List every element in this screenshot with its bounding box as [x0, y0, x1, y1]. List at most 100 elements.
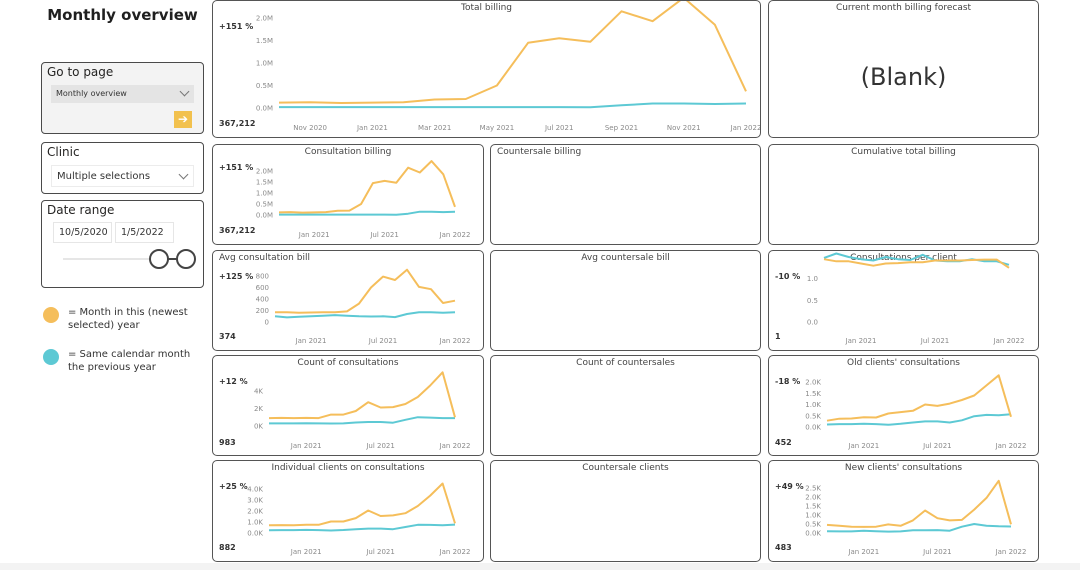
arrow-right-icon: ➔ — [177, 112, 189, 126]
total-billing-card[interactable]: Total billing +151 % 367,212 0.0M 0.5M 1.0M 1.… — [212, 0, 761, 138]
y-tick-label: 2.0M — [256, 15, 273, 23]
card-title: Avg countersale bill — [581, 253, 670, 263]
x-tick-label: Jan 2022 — [730, 124, 760, 132]
y-tick-label: 3.0K — [247, 497, 263, 505]
y-tick-label: 1.5K — [805, 390, 821, 398]
x-tick-label: Jul 2021 — [920, 337, 950, 345]
line-chart: 0K 2K 4K Jan 2021 Jul 2021 Jan 2022 — [254, 371, 471, 450]
consultation-billing-card[interactable]: Consultation billing +151 % 367,212 0.0M 0.5… — [212, 144, 484, 245]
y-tick-label: 0.0M — [256, 212, 273, 220]
date-slider-track[interactable] — [63, 258, 155, 260]
go-to-page-slicer: Go to page Monthly overview ➔ — [41, 62, 204, 134]
series-line-current-year[interactable] — [826, 479, 1012, 528]
y-tick-label: 1.0M — [256, 60, 273, 68]
legend-dot-current — [43, 307, 59, 323]
old-clients-consultations-card[interactable]: Old clients' consultations -18 % 452 0.0K 0.… — [768, 355, 1039, 456]
x-tick-label: Jul 2021 — [922, 548, 952, 556]
legend-current-year: = Month in this (newest selected) year — [43, 306, 208, 336]
y-tick-label: 1.5M — [256, 179, 273, 187]
legend-previous-year: = Same calendar month the previous year — [43, 348, 208, 378]
line-chart: 0.0K 1.0K 2.0K 3.0K 4.0K Jan 2021 Jul 2021 Jan … — [247, 482, 471, 556]
y-tick-label: 400 — [256, 296, 269, 304]
series-line-current-year[interactable] — [278, 1, 747, 104]
x-tick-label: Jan 2021 — [295, 337, 327, 345]
individual-clients-consultations-card[interactable]: Individual clients on consultations +25 %… — [212, 460, 484, 562]
page-footer-strip — [0, 563, 1080, 570]
clinic-dropdown[interactable]: Multiple selections — [51, 165, 194, 187]
consultations-per-client-card[interactable]: Consultations per client -10 % 1 0.0 0.5 1.0 J… — [768, 250, 1039, 351]
x-tick-label: Jan 2021 — [847, 442, 879, 450]
billing-forecast-card[interactable]: Current month billing forecast (Blank) — [768, 0, 1039, 138]
avg-countersale-bill-card[interactable]: Avg countersale bill — [490, 250, 761, 351]
y-tick-label: 0.5K — [805, 412, 821, 420]
x-tick-label: Jan 2022 — [439, 548, 471, 556]
page-title: Monthly overview — [47, 6, 198, 24]
y-tick-label: 1.0K — [805, 512, 821, 520]
date-slider-start-handle[interactable] — [149, 249, 169, 269]
series-line-current-year[interactable] — [268, 482, 456, 527]
y-tick-label: 2.0K — [805, 494, 821, 502]
legend-text-current: = Month in this (newest selected) year — [68, 307, 188, 331]
count-of-countersales-card[interactable]: Count of countersales — [490, 355, 761, 456]
x-tick-label: Jan 2022 — [439, 442, 471, 450]
go-to-page-label: Go to page — [47, 65, 114, 79]
x-tick-label: Jan 2022 — [439, 337, 471, 345]
y-tick-label: 4.0K — [247, 486, 263, 494]
y-tick-label: 2K — [254, 405, 263, 413]
y-tick-label: 2.0K — [247, 508, 263, 516]
x-tick-label: Mar 2021 — [418, 124, 451, 132]
y-tick-label: 1.5K — [805, 503, 821, 511]
y-tick-label: 0.0 — [807, 319, 818, 327]
date-slider-end-handle[interactable] — [176, 249, 196, 269]
series-line-current-year[interactable] — [268, 371, 456, 420]
cumulative-total-billing-card[interactable]: Cumulative total billing — [768, 144, 1039, 245]
clinic-slicer: Clinic Multiple selections — [41, 142, 204, 194]
line-chart: 0.0K 0.5K 1.0K 1.5K 2.0K Jan 2021 Jul 2021 Jan … — [805, 374, 1027, 450]
legend-text-previous: = Same calendar month the previous year — [68, 349, 191, 373]
y-tick-label: 1.5M — [256, 37, 273, 45]
x-tick-label: Jul 2021 — [368, 337, 398, 345]
y-tick-label: 0.5M — [256, 82, 273, 90]
clinic-dropdown-value: Multiple selections — [57, 171, 151, 182]
y-tick-label: 2.5K — [805, 485, 821, 493]
line-chart: 0.0 0.5 1.0 Jan 2021 Jul 2021 Jan 2022 — [807, 252, 1025, 345]
y-tick-label: 0.0K — [805, 424, 821, 432]
avg-consultation-bill-card[interactable]: Avg consultation bill +125 % 374 0 200 400 600… — [212, 250, 484, 351]
end-date-input[interactable]: 1/5/2022 — [115, 222, 174, 243]
page-dropdown-value: Monthly overview — [56, 89, 127, 98]
chevron-down-icon — [179, 86, 190, 97]
card-title: Countersale clients — [582, 463, 669, 473]
x-tick-label: Nov 2020 — [293, 124, 327, 132]
x-tick-label: Jul 2021 — [922, 442, 952, 450]
series-line-current-year[interactable] — [275, 268, 456, 314]
card-title: Current month billing forecast — [835, 3, 972, 13]
x-tick-label: Jul 2021 — [369, 231, 399, 239]
x-tick-label: Jan 2022 — [993, 337, 1025, 345]
y-tick-label: 1.0 — [807, 275, 818, 283]
x-tick-label: Jan 2021 — [356, 124, 388, 132]
new-clients-consultations-card[interactable]: New clients' consultations +49 % 483 0.0K 0.… — [768, 460, 1039, 562]
chevron-down-icon — [178, 169, 189, 180]
start-date-input[interactable]: 10/5/2020 — [53, 222, 112, 243]
series-line-current-year[interactable] — [826, 374, 1012, 422]
y-tick-label: 0.5 — [807, 297, 818, 305]
x-tick-label: Jan 2022 — [995, 442, 1027, 450]
series-line-current-year[interactable] — [823, 258, 1010, 269]
x-tick-label: Jan 2022 — [995, 548, 1027, 556]
series-line-previous-year[interactable] — [826, 523, 1012, 533]
countersale-billing-card[interactable]: Countersale billing — [490, 144, 761, 245]
countersale-clients-card[interactable]: Countersale clients — [490, 460, 761, 562]
y-tick-label: 800 — [256, 273, 269, 281]
go-button[interactable]: ➔ — [174, 111, 192, 128]
page-dropdown[interactable]: Monthly overview — [51, 85, 194, 103]
count-of-consultations-card[interactable]: Count of consultations +12 % 983 0K 2K 4K Jan … — [212, 355, 484, 456]
forecast-value: (Blank) — [860, 63, 947, 91]
series-line-previous-year[interactable] — [279, 102, 747, 109]
legend-dot-previous — [43, 349, 59, 365]
y-tick-label: 2.0M — [256, 168, 273, 176]
y-tick-label: 0.5M — [256, 201, 273, 209]
date-range-label: Date range — [47, 203, 115, 217]
series-line-current-year[interactable] — [278, 160, 456, 214]
y-tick-label: 0.0K — [805, 530, 821, 538]
series-line-previous-year[interactable] — [826, 413, 1012, 426]
